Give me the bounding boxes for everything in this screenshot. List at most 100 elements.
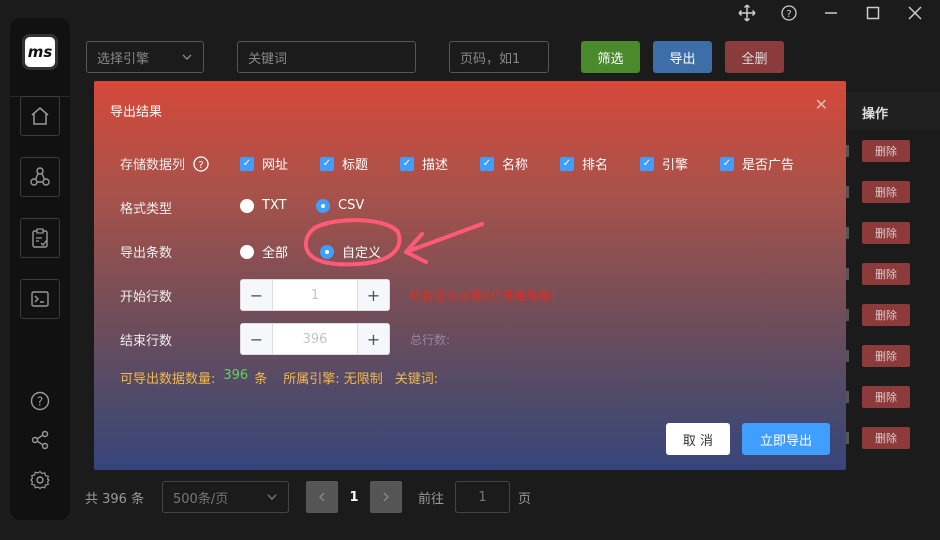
column-checkbox[interactable]: ✓ 排名 — [560, 154, 608, 173]
column-checkbox[interactable]: ✓ 网址 — [240, 154, 288, 173]
question-icon: ? — [30, 391, 50, 411]
sidebar-item-home[interactable] — [20, 96, 60, 136]
checkbox-checked-icon: ✓ — [720, 156, 734, 171]
end-row-input[interactable]: 396 — [273, 324, 357, 354]
current-page[interactable]: 1 — [338, 481, 370, 513]
sidebar-item-tasks[interactable] — [20, 218, 60, 258]
question-icon[interactable]: ? — [193, 155, 209, 172]
format-radio-csv[interactable]: CSV — [316, 198, 364, 213]
sidebar-item-console[interactable] — [20, 279, 60, 319]
row-delete-button[interactable]: 删除 — [862, 222, 910, 244]
start-row-stepper: − 1 + — [240, 279, 390, 311]
goto-page-input[interactable]: 1 — [455, 481, 510, 513]
checkbox-checked-icon: ✓ — [400, 156, 414, 171]
sidebar-help[interactable]: ? — [28, 389, 52, 413]
checkbox-label: 引擎 — [662, 158, 689, 173]
row-cell-edge — [846, 145, 849, 157]
clipboard-check-icon — [32, 228, 48, 248]
page-input[interactable]: 页码，如1 — [449, 41, 549, 73]
sidebar: ms ? — [10, 18, 70, 520]
page-size-value: 500条/页 — [173, 491, 229, 507]
sidebar-share[interactable] — [28, 428, 52, 452]
move-icon[interactable] — [736, 4, 758, 22]
row-cell-edge — [846, 350, 849, 362]
window-controls: ? — [736, 4, 926, 22]
start-row-input[interactable]: 1 — [273, 280, 357, 310]
count-radio-all[interactable]: 全部 — [240, 242, 288, 261]
format-label: 格式类型 — [120, 202, 173, 217]
dialog-title: 导出结果 — [110, 105, 163, 120]
row-cell-edge — [846, 186, 849, 198]
start-increment-button[interactable]: + — [357, 280, 389, 310]
column-header-operation: 操作 — [862, 107, 889, 122]
end-row-label: 结束行数 — [120, 334, 173, 349]
info-unit: 条 — [254, 372, 268, 387]
engine-select[interactable]: 选择引擎 — [86, 41, 204, 73]
checkbox-label: 描述 — [422, 158, 449, 173]
page-suffix: 页 — [518, 491, 532, 507]
chevron-left-icon — [319, 492, 325, 502]
app-logo: ms — [22, 34, 58, 70]
help-icon[interactable]: ? — [778, 4, 800, 22]
end-decrement-button[interactable]: − — [241, 324, 273, 354]
goto-label: 前往 — [418, 491, 445, 507]
network-icon — [30, 167, 50, 186]
checkbox-label: 网址 — [262, 158, 289, 173]
column-checkbox[interactable]: ✓ 描述 — [400, 154, 448, 173]
format-radio-txt[interactable]: TXT — [240, 198, 287, 213]
next-page-button[interactable] — [370, 481, 402, 513]
row-cell-edge — [846, 309, 849, 321]
dialog-close-icon[interactable]: ✕ — [815, 95, 828, 114]
row-delete-button[interactable]: 删除 — [862, 304, 910, 326]
end-row-stepper: − 396 + — [240, 323, 390, 355]
info-count: 396 — [223, 368, 249, 383]
filter-button[interactable]: 筛选 — [581, 41, 640, 73]
checkbox-label: 排名 — [582, 158, 609, 173]
row-cell-edge — [846, 227, 849, 239]
row-delete-button[interactable]: 删除 — [862, 263, 910, 285]
count-radio-custom[interactable]: 自定义 — [320, 242, 381, 261]
row-delete-button[interactable]: 删除 — [862, 345, 910, 367]
minimize-icon[interactable] — [820, 4, 842, 22]
table-header: 操作 — [846, 92, 940, 130]
row-delete-button[interactable]: 删除 — [862, 386, 910, 408]
end-increment-button[interactable]: + — [357, 324, 389, 354]
keyword-input[interactable]: 关键词 — [237, 41, 416, 73]
export-info: 可导出数据数量: 396 条 所属引擎: 无限制 关键词: — [120, 368, 438, 387]
sidebar-item-engines[interactable] — [20, 157, 60, 197]
home-icon — [31, 107, 49, 125]
radio-label: 全部 — [262, 246, 289, 261]
prev-page-button[interactable] — [306, 481, 338, 513]
keyword-placeholder: 关键词 — [248, 51, 288, 67]
maximize-icon[interactable] — [862, 4, 884, 22]
row-delete-button[interactable]: 删除 — [862, 427, 910, 449]
checkbox-checked-icon: ✓ — [320, 156, 334, 171]
total-count: 共 396 条 — [85, 491, 145, 507]
radio-dot — [320, 244, 334, 259]
column-checkbox[interactable]: ✓ 是否广告 — [720, 154, 794, 173]
radio-dot — [240, 244, 254, 259]
delete-all-button[interactable]: 全删 — [725, 41, 784, 73]
share-icon — [31, 430, 49, 450]
svg-text:?: ? — [37, 395, 43, 409]
columns-label: 存储数据列 — [120, 158, 186, 173]
radio-dot — [316, 198, 330, 213]
column-checkbox[interactable]: ✓ 名称 — [480, 154, 528, 173]
info-keyword: 关键词: — [394, 372, 439, 387]
row-delete-button[interactable]: 删除 — [862, 181, 910, 203]
column-checkbox[interactable]: ✓ 引擎 — [640, 154, 688, 173]
end-row-hint: 总行数: — [410, 333, 451, 347]
chevron-down-icon — [267, 494, 277, 500]
column-checkbox[interactable]: ✓ 标题 — [320, 154, 368, 173]
export-button[interactable]: 导出 — [653, 41, 712, 73]
sidebar-settings[interactable] — [28, 468, 52, 492]
checkbox-label: 标题 — [342, 158, 369, 173]
close-icon[interactable] — [904, 4, 926, 22]
row-delete-button[interactable]: 删除 — [862, 140, 910, 162]
export-now-button[interactable]: 立即导出 — [742, 423, 830, 455]
start-decrement-button[interactable]: − — [241, 280, 273, 310]
columns-label-wrap: 存储数据列 ? — [120, 154, 209, 173]
page-size-select[interactable]: 500条/页 — [162, 481, 289, 513]
info-prefix: 可导出数据数量: — [120, 372, 216, 387]
cancel-button[interactable]: 取 消 — [666, 423, 730, 455]
